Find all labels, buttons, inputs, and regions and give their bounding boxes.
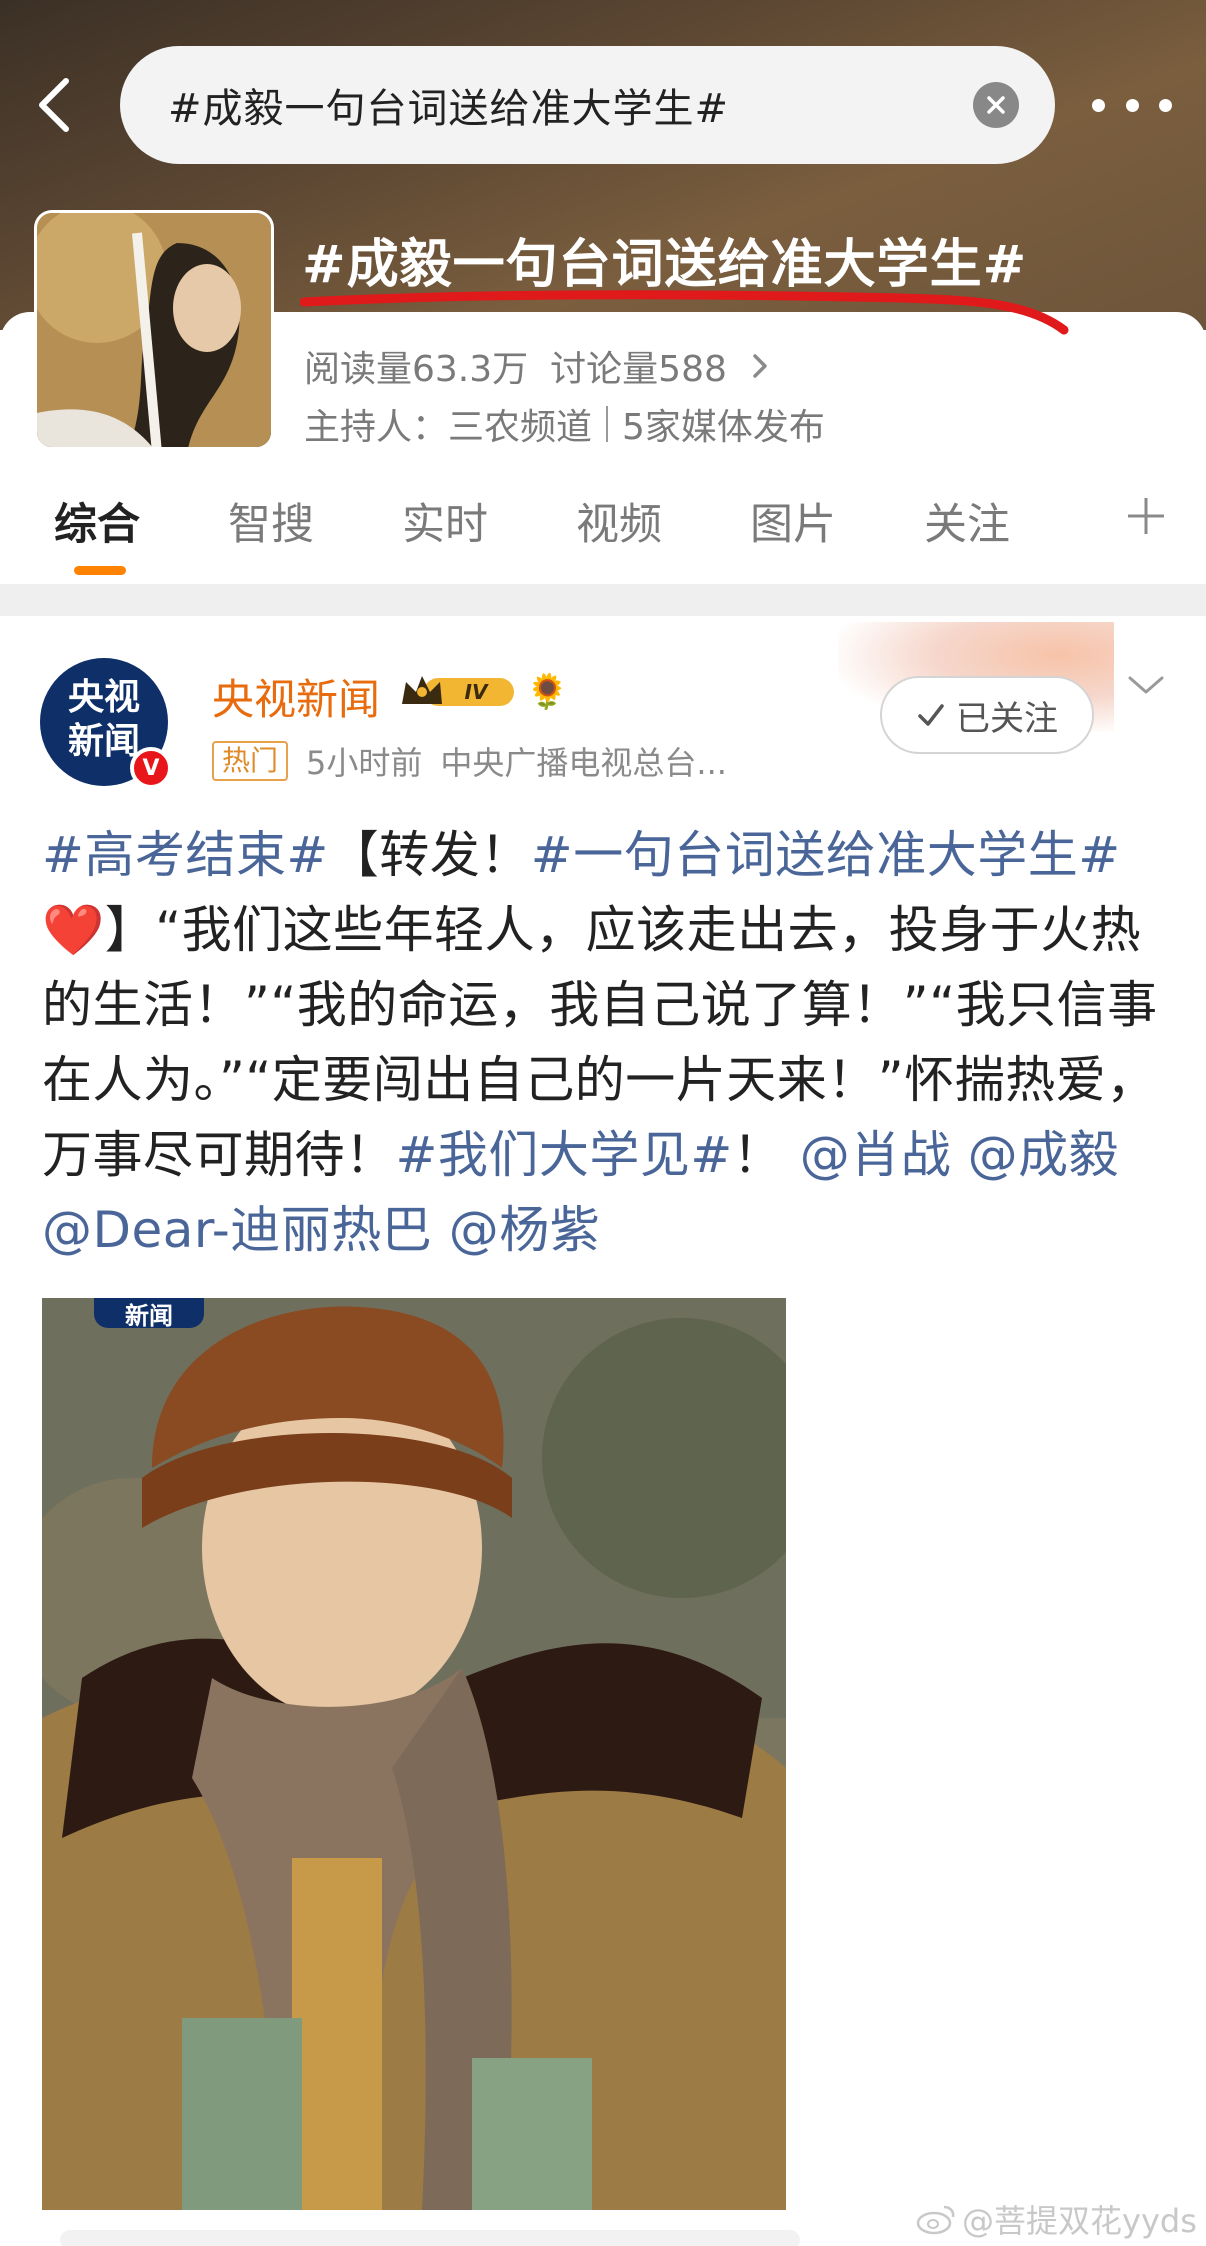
post-text-segment: ！ — [732, 1126, 784, 1184]
topic-title: #成毅一句台词送给准大学生# — [302, 235, 1028, 295]
vip-level: IV — [465, 680, 489, 704]
topic-page: #成毅一句台词送给准大学生# #成毅一句台词送给准大学生# 阅读量63.3万 讨… — [0, 0, 1206, 2246]
red-underline-annotation — [300, 290, 1069, 335]
sunflower-icon: 🌻 — [526, 672, 569, 712]
post-meta: 热门 5小时前 中央广播电视总台... — [212, 738, 727, 784]
active-tab-indicator — [74, 566, 126, 575]
search-input[interactable]: #成毅一句台词送给准大学生# — [120, 46, 1055, 164]
hot-tag: 热门 — [212, 741, 289, 781]
add-tab-icon[interactable] — [1124, 494, 1168, 538]
next-card-edge — [60, 2230, 800, 2246]
photo-illustration — [42, 1298, 786, 2210]
tab-zhisou[interactable]: 智搜 — [228, 490, 314, 552]
author-name[interactable]: 央视新闻 — [212, 666, 380, 727]
close-icon — [987, 96, 1005, 114]
topic-host: 主持人：三农频道 5家媒体发布 — [304, 398, 825, 450]
vip-crown-badge: IV — [402, 676, 514, 706]
tab-tupian[interactable]: 图片 — [750, 490, 836, 552]
read-count: 阅读量63.3万 — [304, 349, 529, 390]
following-label: 已关注 — [956, 698, 1058, 739]
separator — [606, 406, 609, 442]
media-tag: 新闻 — [94, 1298, 204, 1330]
more-options-button[interactable] — [1092, 90, 1172, 120]
verified-badge: V — [130, 747, 172, 789]
media-count: 5家媒体发布 — [622, 407, 825, 448]
mention-link[interactable]: @杨紫 — [449, 1201, 601, 1259]
post-time: 5小时前 — [306, 744, 423, 782]
tab-bar: 综合 智搜 实时 视频 图片 关注 — [0, 490, 1206, 580]
more-dots-icon — [1092, 98, 1105, 112]
chevron-down-icon[interactable] — [1126, 670, 1166, 700]
tab-shishi[interactable]: 实时 — [402, 490, 488, 552]
back-button[interactable] — [24, 72, 84, 138]
host-label: 主持人：三农频道 — [304, 407, 593, 448]
search-query: #成毅一句台词送给准大学生# — [168, 86, 730, 132]
post-text: #高考结束#【转发！#一句台词送给准大学生# ❤️】“我们这些年轻人，应该走出去，… — [42, 818, 1172, 1268]
portrait-image — [37, 213, 271, 447]
section-divider — [0, 584, 1206, 616]
checkmark-icon — [918, 704, 944, 726]
avatar-line-1: 央视 — [67, 677, 140, 718]
post-text-segment: 【转发！ — [328, 826, 531, 884]
mention-link[interactable]: @Dear-迪丽热巴 — [42, 1201, 432, 1259]
post-image[interactable]: 新闻 — [42, 1298, 786, 2210]
following-button[interactable]: 已关注 — [880, 676, 1094, 754]
chevron-right-icon — [753, 354, 767, 378]
heart-icon: ❤️ — [42, 901, 105, 959]
topic-stats[interactable]: 阅读量63.3万 讨论量588 — [304, 340, 771, 392]
mention-link[interactable]: @成毅 — [968, 1126, 1120, 1184]
weibo-logo-icon — [916, 2205, 955, 2235]
hashtag-link[interactable]: #一句台词送给准大学生# — [531, 826, 1121, 884]
hashtag-link[interactable]: #高考结束# — [42, 826, 329, 884]
chevron-left-icon — [39, 78, 69, 132]
clear-search-button[interactable] — [973, 82, 1019, 128]
watermark-text: @菩提双花yyds — [962, 2202, 1197, 2240]
hashtag-link[interactable]: #我们大学见# — [396, 1126, 733, 1184]
tab-shipin[interactable]: 视频 — [576, 490, 662, 552]
discuss-count: 讨论量588 — [550, 349, 727, 390]
tab-zonghe[interactable]: 综合 — [54, 490, 140, 552]
topic-thumbnail[interactable] — [34, 210, 274, 450]
mention-link[interactable]: @肖战 — [800, 1126, 952, 1184]
post-source: 中央广播电视总台... — [440, 744, 727, 782]
watermark: @菩提双花yyds — [916, 2196, 1197, 2242]
tab-guanzhu[interactable]: 关注 — [924, 490, 1010, 552]
